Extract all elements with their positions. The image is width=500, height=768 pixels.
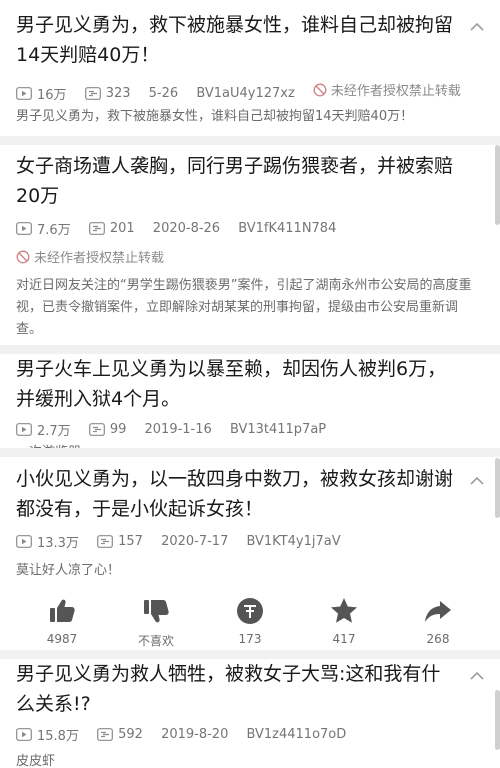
view-count: 2.7万 (37, 424, 71, 439)
copyright-row: 未经作者授权禁止转载 (16, 247, 484, 267)
bv-id: BV1fK411N784 (238, 221, 337, 236)
ban-icon (313, 83, 327, 97)
bv-id: BV1z4411o7oD (246, 727, 347, 742)
scrollbar[interactable] (495, 145, 500, 225)
action-bar: 4987 不喜欢 173 417 268 (0, 596, 500, 656)
ban-icon (16, 250, 30, 264)
bv-id: BV1aU4y127xz (196, 85, 295, 101)
play-count-icon (16, 86, 32, 100)
video-meta: 7.6万 201 2020-8-26 BV1fK411N784 (16, 219, 484, 239)
comment-count: 323 (105, 85, 131, 101)
upload-date: 2020-7-17 (161, 534, 229, 549)
copyright-warning: 未经作者授权禁止转载 (16, 247, 164, 266)
like-button[interactable]: 4987 (22, 596, 102, 646)
video-meta: 16万 323 5-26 BV1aU4y127xz 未经作者授权禁止转载 (16, 80, 484, 103)
comment-count: 157 (118, 534, 143, 549)
coin-button[interactable]: 173 (210, 596, 290, 646)
video-card-3[interactable]: 男子火车上见义勇为以暴至赖，却因伤人被判6万，并缓刑入狱4个月。 2.7万 99… (0, 354, 500, 454)
upload-date: 2019-8-20 (161, 727, 229, 742)
video-description: 对近日网友关注的“男学生踢伤猥亵男”案件，引起了湖南永州市公安局的高度重视，已责… (16, 278, 472, 337)
play-count-icon (16, 535, 32, 548)
danmaku-count-icon (88, 423, 105, 436)
collapse-chevron-icon[interactable] (468, 667, 486, 685)
video-title[interactable]: 男子见义勇为救人牺牲，被救女子大骂:这和我有什么关系!? (16, 659, 456, 719)
scrollbar[interactable] (495, 458, 500, 518)
danmaku-count-icon (97, 728, 113, 741)
video-description: 皮皮虾 (16, 754, 56, 768)
video-title[interactable]: 男子火车上见义勇为以暴至赖，却因伤人被判6万，并缓刑入狱4个月。 (16, 354, 456, 414)
video-card-2[interactable]: 女子商场遭人袭胸，同行男子踢伤猥亵者，并被索赔20万 7.6万 201 2020… (0, 145, 500, 350)
divider (0, 448, 500, 457)
video-title[interactable]: 小伙见义勇为，以一敌四身中数刀，被救女孩却谢谢都没有，于是小伙起诉女孩！ (16, 464, 456, 524)
upload-date: 2019-1-16 (144, 422, 212, 437)
star-icon (329, 596, 359, 626)
divider (0, 136, 500, 145)
video-card-4[interactable]: 小伙见义勇为，以一敌四身中数刀，被救女孩却谢谢都没有，于是小伙起诉女孩！ 13.… (0, 458, 500, 656)
video-meta: 13.3万 157 2020-7-17 BV1KT4y1j7aV (16, 532, 484, 552)
bv-id: BV13t411p7aP (229, 422, 327, 437)
video-meta: 15.8万 592 2019-8-20 BV1z4411o7oD (16, 725, 484, 745)
comment-count: 592 (118, 727, 143, 742)
view-count: 16万 (37, 87, 67, 103)
video-title[interactable]: 女子商场遭人袭胸，同行男子踢伤猥亵者，并被索赔20万 (16, 151, 456, 211)
dislike-button[interactable]: 不喜欢 (116, 596, 196, 649)
share-button[interactable]: 268 (398, 596, 478, 646)
comment-count: 201 (109, 221, 135, 236)
play-count-icon (16, 222, 32, 235)
play-count-icon (16, 728, 32, 741)
upload-date: 5-26 (148, 85, 179, 101)
thumbs-up-icon (47, 596, 77, 626)
video-description: 莫让好人凉了心！ (16, 563, 121, 578)
collapse-chevron-icon[interactable] (468, 472, 486, 490)
favorite-button[interactable]: 417 (304, 596, 384, 646)
danmaku-count-icon (88, 222, 105, 235)
divider (0, 345, 500, 354)
scrollbar[interactable] (495, 690, 500, 750)
copyright-warning: 未经作者授权禁止转载 (313, 80, 461, 99)
danmaku-count-icon (84, 86, 101, 100)
divider (0, 650, 500, 659)
collapse-chevron-icon[interactable] (468, 18, 486, 36)
thumbs-down-icon (141, 596, 171, 626)
view-count: 7.6万 (37, 223, 71, 238)
view-count: 15.8万 (37, 729, 79, 744)
share-icon (423, 596, 453, 626)
video-description: 男子见义勇为，救下被施暴女性，谁料自己却被拘留14天判赔40万！ (16, 109, 414, 124)
view-count: 13.3万 (37, 536, 79, 551)
bv-id: BV1KT4y1j7aV (246, 534, 341, 549)
play-count-icon (16, 423, 32, 436)
comment-count: 99 (109, 422, 127, 437)
video-card-1[interactable]: 男子见义勇为，救下被施暴女性，谁料自己却被拘留14天判赔40万！ 16万 323… (0, 0, 500, 140)
video-card-5[interactable]: 男子见义勇为救人牺牲，被救女子大骂:这和我有什么关系!? 15.8万 592 2… (0, 659, 500, 768)
danmaku-count-icon (97, 535, 113, 548)
video-title[interactable]: 男子见义勇为，救下被施暴女性，谁料自己却被拘留14天判赔40万！ (16, 10, 456, 70)
coin-icon (235, 596, 265, 626)
upload-date: 2020-8-26 (152, 221, 221, 236)
video-meta: 2.7万 99 2019-1-16 BV13t411p7aP (16, 420, 484, 440)
